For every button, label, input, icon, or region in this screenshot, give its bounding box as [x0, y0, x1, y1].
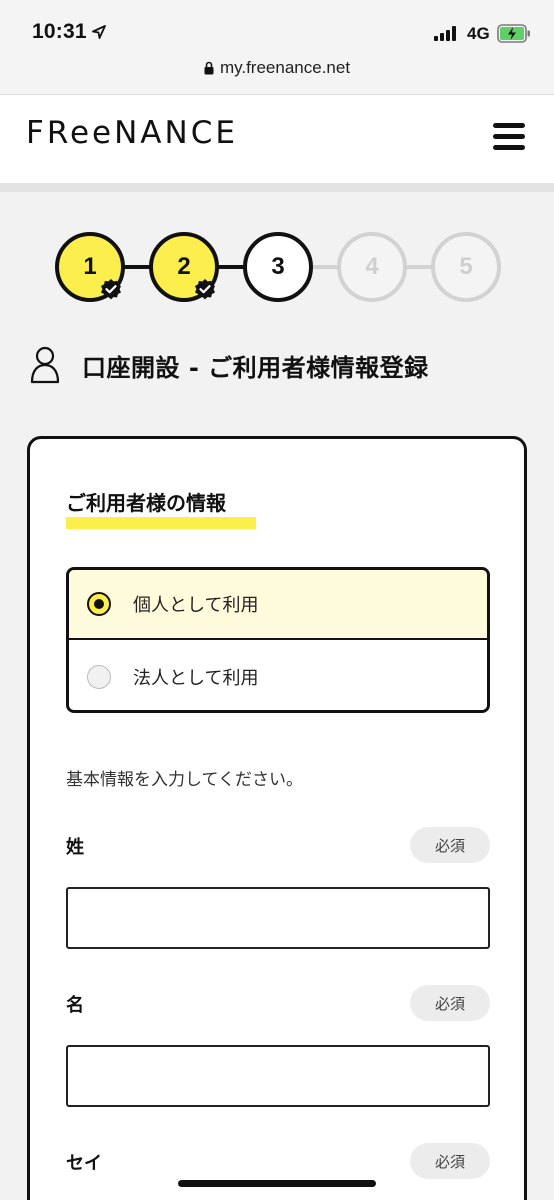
first-name-label: 名 — [66, 995, 84, 1016]
step-3: 3 — [243, 232, 313, 302]
step-number: 3 — [271, 253, 285, 280]
home-indicator[interactable] — [178, 1180, 376, 1187]
hamburger-icon[interactable] — [493, 123, 525, 153]
progress-stepper: 1 2 3 4 5 — [55, 232, 501, 302]
form-instructions: 基本情報を入力してください。 — [66, 770, 303, 790]
required-badge: 必須 — [410, 985, 490, 1021]
step-2: 2 — [149, 232, 219, 302]
last-name-label: 姓 — [66, 837, 84, 858]
radio-label: 法人として利用 — [133, 668, 259, 689]
radio-corporate[interactable]: 法人として利用 — [69, 642, 487, 710]
network-type: 4G — [467, 24, 490, 43]
last-name-kana-label: セイ — [66, 1153, 102, 1174]
checkmark-badge-icon — [195, 279, 215, 300]
radio-label: 個人として利用 — [133, 595, 259, 616]
step-1: 1 — [55, 232, 125, 302]
radio-individual[interactable]: 個人として利用 — [69, 570, 487, 640]
step-number: 5 — [459, 253, 473, 280]
step-5: 5 — [431, 232, 501, 302]
page-title-row: 口座開設 - ご利用者様情報登録 — [30, 346, 429, 384]
step-number: 4 — [365, 253, 379, 280]
step-connector — [121, 265, 151, 269]
last-name-input[interactable] — [66, 887, 490, 949]
section-title-text: ご利用者様の情報 — [66, 491, 226, 515]
person-icon — [30, 346, 60, 384]
step-connector — [309, 265, 339, 269]
section-title: ご利用者様の情報 — [66, 487, 226, 516]
step-number: 2 — [177, 253, 191, 280]
step-connector — [403, 265, 433, 269]
status-bar: 10:31 4G my.freenance.net — [0, 0, 554, 95]
address-bar[interactable]: my.freenance.net — [0, 58, 554, 78]
url-text: my.freenance.net — [219, 58, 351, 77]
clock: 10:31 — [32, 20, 87, 43]
signal-icon — [434, 26, 456, 41]
location-arrow-icon — [92, 25, 106, 39]
step-number: 1 — [83, 253, 97, 280]
step-connector — [215, 265, 245, 269]
first-name-input[interactable] — [66, 1045, 490, 1107]
usage-type-radio-group: 個人として利用 法人として利用 — [66, 567, 490, 713]
radio-selected-icon[interactable] — [87, 592, 111, 616]
radio-unselected-icon[interactable] — [87, 665, 111, 689]
lock-icon — [204, 61, 214, 75]
battery-charging-icon — [497, 24, 530, 43]
page-title: 口座開設 - ご利用者様情報登録 — [82, 353, 429, 382]
freenance-logo[interactable]: FReeNANCE — [26, 115, 238, 151]
step-4: 4 — [337, 232, 407, 302]
title-highlight — [66, 517, 256, 529]
required-badge: 必須 — [410, 1143, 490, 1179]
site-header: FReeNANCE — [0, 95, 554, 192]
user-info-card: ご利用者様の情報 個人として利用 法人として利用 基本情報を入力してください。 … — [27, 436, 527, 1200]
required-badge: 必須 — [410, 827, 490, 863]
checkmark-badge-icon — [101, 279, 121, 300]
